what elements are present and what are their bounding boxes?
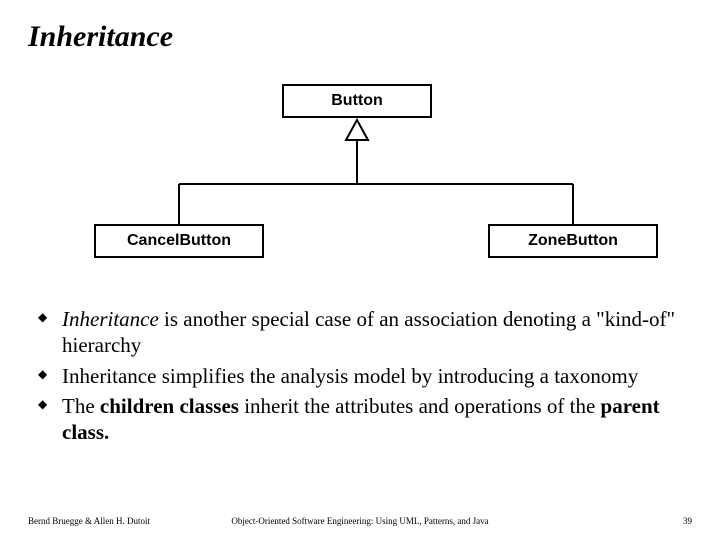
- bullet-3-pre: The: [62, 394, 100, 418]
- bullet-item-3: The children classes inherit the attribu…: [34, 393, 686, 446]
- triangle-inheritance-icon: [346, 120, 368, 140]
- class-box-cancel-button: CancelButton: [94, 224, 264, 258]
- bullet-item-1: Inheritance is another special case of a…: [34, 306, 686, 359]
- class-box-zone-button: ZoneButton: [488, 224, 658, 258]
- uml-inheritance-diagram: Button CancelButton ZoneButton: [28, 84, 692, 284]
- bullet-1-lead: Inheritance: [62, 307, 159, 331]
- footer-page-number: 39: [683, 516, 692, 526]
- slide-footer: Bernd Bruegge & Allen H. Dutoit Object-O…: [28, 516, 692, 526]
- bullet-3-mid: inherit the attributes and operations of…: [239, 394, 601, 418]
- bullet-list: Inheritance is another special case of a…: [28, 306, 692, 445]
- page-title: Inheritance: [28, 20, 692, 54]
- bullet-3-children: children classes: [100, 394, 239, 418]
- class-box-parent: Button: [282, 84, 432, 118]
- footer-authors: Bernd Bruegge & Allen H. Dutoit: [28, 516, 150, 526]
- bullet-item-2: Inheritance simplifies the analysis mode…: [34, 363, 686, 389]
- footer-book-title: Object-Oriented Software Engineering: Us…: [231, 516, 488, 526]
